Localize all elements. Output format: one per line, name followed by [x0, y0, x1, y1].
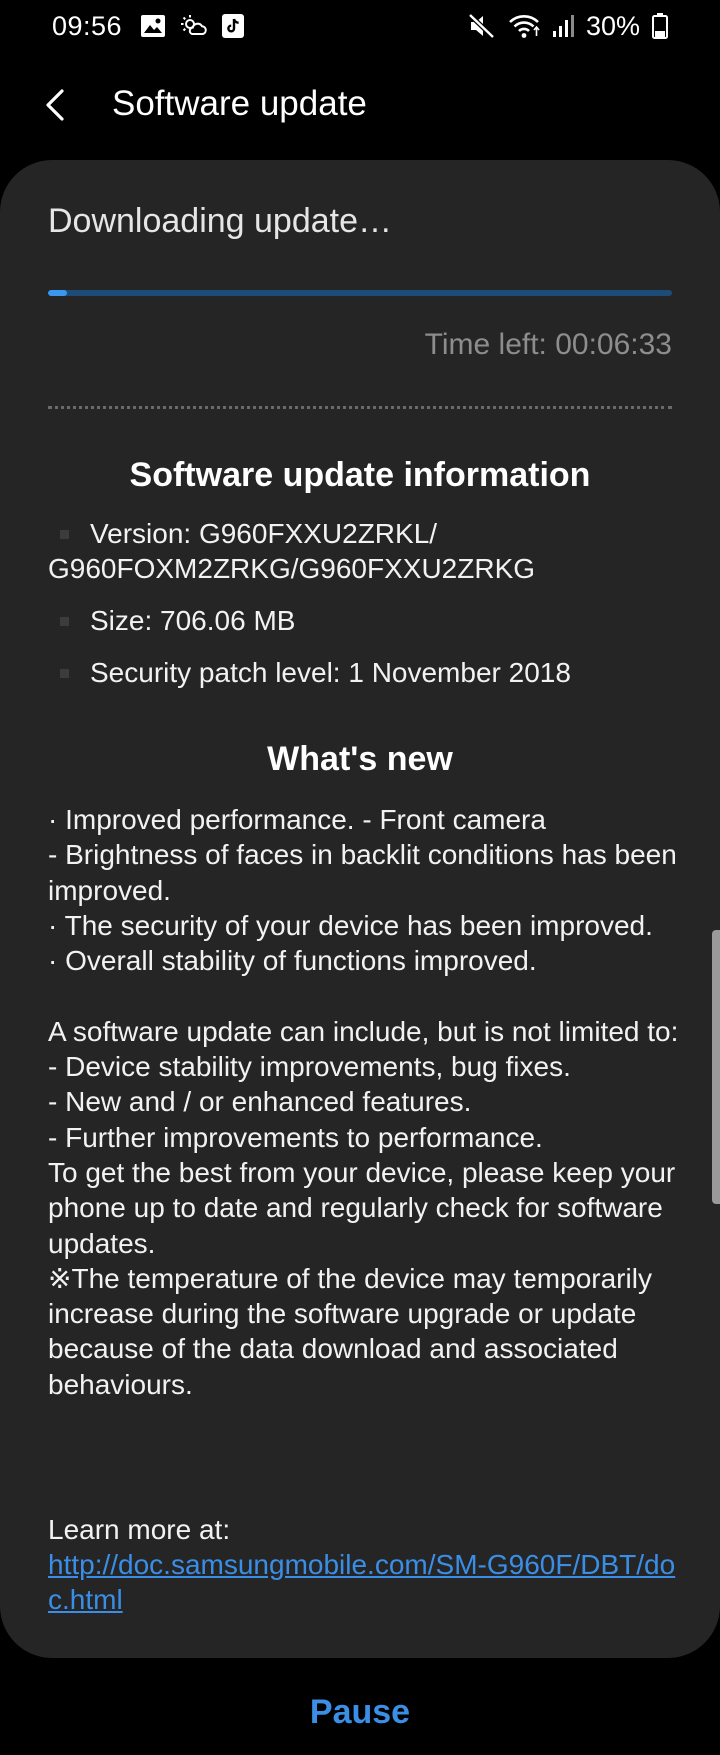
- image-icon: [140, 14, 166, 38]
- info-item-size: Size: 706.06 MB: [48, 603, 678, 638]
- info-section-title: Software update information: [129, 456, 591, 494]
- scrollbar-thumb[interactable]: [712, 930, 720, 1204]
- update-card: Downloading update… Time left: 00:06:33 …: [0, 160, 720, 1658]
- pause-button[interactable]: Pause: [260, 1682, 460, 1742]
- download-progress-fill: [48, 290, 67, 296]
- security-patch-text: Security patch level: 1 November 2018: [90, 657, 571, 688]
- weather-icon: [180, 14, 208, 38]
- page-title: Software update: [112, 84, 367, 123]
- whats-new-title: What's new: [267, 740, 453, 778]
- bullet-icon: [60, 530, 69, 539]
- download-progress-bar: [48, 290, 672, 296]
- status-bar: 09:56 30%: [0, 0, 720, 52]
- bullet-icon: [60, 617, 69, 626]
- battery-icon: [652, 13, 668, 39]
- wifi-icon: [508, 13, 540, 39]
- signal-icon: [552, 14, 574, 38]
- download-status: Downloading update…: [48, 202, 393, 240]
- chevron-left-icon: [46, 89, 64, 121]
- dotted-divider: [48, 406, 672, 409]
- info-item-version: Version: G960FXXU2ZRKL/ G960FOXM2ZRKG/G9…: [48, 516, 678, 586]
- info-list: Version: G960FXXU2ZRKL/ G960FOXM2ZRKG/G9…: [48, 516, 678, 707]
- status-time: 09:56: [52, 10, 123, 41]
- info-item-security-patch: Security patch level: 1 November 2018: [48, 655, 678, 690]
- version-text: Version: G960FXXU2ZRKL/ G960FOXM2ZRKG/G9…: [48, 518, 536, 584]
- mute-icon: [468, 13, 496, 39]
- battery-percent: 30%: [585, 10, 640, 41]
- learn-more-link[interactable]: http://doc.samsungmobile.com/SM-G960F/DB…: [48, 1547, 678, 1617]
- bullet-icon: [60, 669, 69, 678]
- status-right: 30%: [468, 11, 668, 42]
- app-header: Software update: [0, 62, 720, 148]
- size-text: Size: 706.06 MB: [90, 605, 296, 636]
- learn-more-label: Learn more at:: [48, 1514, 231, 1545]
- tiktok-icon: [222, 14, 245, 38]
- status-left: 09:56: [52, 10, 245, 42]
- time-left: Time left: 00:06:33: [424, 328, 672, 361]
- whats-new-body: · Improved performance. - Front camera -…: [48, 804, 679, 1400]
- back-button[interactable]: [28, 80, 82, 130]
